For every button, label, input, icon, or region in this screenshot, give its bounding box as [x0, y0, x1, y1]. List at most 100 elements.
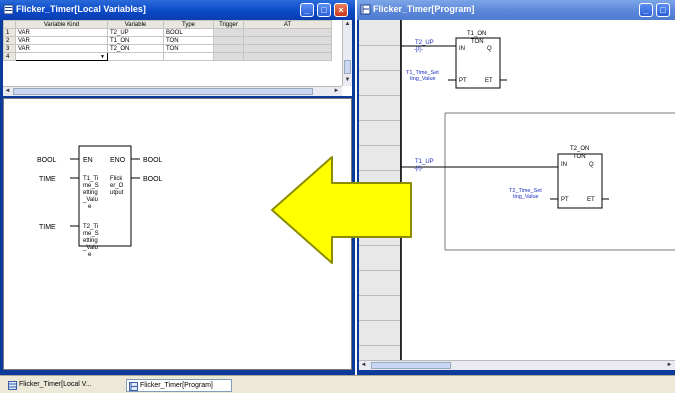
minimize-button[interactable]: _ — [300, 3, 314, 17]
left-window-titlebar[interactable]: Flicker_Timer[Local Variables] _ □ × — [0, 0, 355, 20]
vertical-scroll-thumb[interactable] — [344, 60, 351, 74]
column-header[interactable]: Type — [163, 20, 214, 29]
rung1-timer-type: TON — [471, 39, 484, 45]
maximize-button[interactable]: □ — [317, 3, 331, 17]
column-header[interactable]: Variable Kind — [15, 20, 108, 29]
rung1-timer-instance: T1_ON — [467, 31, 486, 37]
rung1-pin-in: IN — [459, 46, 465, 52]
column-header[interactable]: AT — [243, 20, 332, 29]
rung1-pin-et: ET — [485, 78, 493, 84]
table-header-row: Variable Kind Variable Type Trigger AT — [3, 20, 332, 29]
table-row[interactable]: 4 ▼ — [3, 52, 332, 61]
variable-type-cell[interactable]: TON — [163, 36, 214, 45]
rung2-preset-line: ting_Value — [513, 194, 539, 200]
eno-pin-label: ENO — [110, 157, 126, 164]
scroll-left-arrow-icon[interactable]: ◄ — [3, 87, 12, 96]
at-cell[interactable] — [243, 44, 332, 53]
right-window-title: Flicker_Timer[Program] — [373, 4, 475, 14]
row-number-header — [3, 20, 16, 29]
program-tab-icon — [129, 382, 138, 391]
tab-program[interactable]: Flicker_Timer[Program] — [126, 379, 232, 392]
rung2-pin-in: IN — [561, 162, 567, 168]
left-window-title: Flicker_Timer[Local Variables] — [16, 4, 146, 14]
tab-label: Flicker_Timer[Local V... — [19, 381, 92, 388]
close-button[interactable]: × — [334, 3, 348, 17]
scroll-right-arrow-icon[interactable]: ► — [332, 87, 341, 96]
table-row[interactable]: 3 VAR T2_ON TON — [3, 44, 332, 53]
horizontal-scrollbar[interactable]: ◄ ► — [359, 360, 675, 370]
variable-name-cell[interactable] — [107, 52, 164, 61]
output-name-line: utput — [110, 190, 124, 196]
variable-type-cell[interactable]: TON — [163, 44, 214, 53]
row-number: 4 — [3, 52, 16, 61]
eno-output-type: BOOL — [143, 157, 163, 164]
input1-name-line: T1_Ti — [83, 176, 98, 182]
rung2-contact-symbol[interactable]: -|/|- — [414, 166, 423, 172]
rung1-preset-line: ting_Value — [410, 76, 436, 82]
input2-type: TIME — [39, 224, 56, 231]
right-window-titlebar[interactable]: Flicker_Timer[Program] _ □ — [357, 0, 675, 20]
output-name-line: Flick — [110, 176, 123, 182]
horizontal-scroll-thumb[interactable] — [371, 362, 451, 369]
rung1-pin-pt: PT — [459, 78, 467, 84]
horizontal-scroll-thumb[interactable] — [13, 88, 313, 95]
trigger-cell[interactable] — [213, 52, 244, 61]
variable-type-cell[interactable]: BOOL — [163, 28, 214, 37]
at-cell[interactable] — [243, 28, 332, 37]
trigger-cell[interactable] — [213, 44, 244, 53]
input2-name-line: _Valu — [82, 245, 98, 251]
maximize-button[interactable]: □ — [656, 3, 670, 17]
horizontal-scrollbar[interactable]: ◄ ► — [3, 86, 342, 96]
en-pin-label: EN — [83, 157, 93, 164]
minimize-button[interactable]: _ — [639, 3, 653, 17]
table-row[interactable]: 1 VAR T2_UP BOOL — [3, 28, 332, 37]
rung2-timer-instance: T2_ON — [570, 146, 589, 152]
row-number: 1 — [3, 28, 16, 37]
scroll-right-arrow-icon[interactable]: ► — [665, 361, 674, 370]
at-cell[interactable] — [243, 36, 332, 45]
tab-local-variables[interactable]: Flicker_Timer[Local V... — [6, 379, 124, 392]
rung2-timer-type: TON — [573, 154, 586, 160]
rung1-contact-symbol[interactable]: -|/|- — [414, 47, 423, 53]
input1-type: TIME — [39, 176, 56, 183]
input2-name-line: T2_Ti — [83, 224, 98, 230]
variables-tab-icon — [8, 381, 17, 390]
tab-label: Flicker_Timer[Program] — [140, 382, 213, 389]
at-cell[interactable] — [243, 52, 332, 61]
table-row[interactable]: 2 VAR T1_ON TON — [3, 36, 332, 45]
rung2-contact-label: T1_UP — [415, 159, 434, 165]
trigger-cell[interactable] — [213, 28, 244, 37]
variable-kind-dropdown[interactable]: ▼ — [15, 52, 108, 61]
variable-name-cell[interactable]: T2_UP — [107, 28, 164, 37]
scroll-down-arrow-icon[interactable]: ▼ — [343, 76, 352, 85]
variables-table: Variable Kind Variable Type Trigger AT 1… — [3, 20, 352, 96]
variable-name-cell[interactable]: T1_ON — [107, 36, 164, 45]
variables-window-icon — [3, 4, 14, 15]
variable-name-cell[interactable]: T2_ON — [107, 44, 164, 53]
vertical-scrollbar[interactable]: ▲ ▼ — [342, 20, 352, 86]
variable-kind-cell[interactable]: VAR — [15, 36, 108, 45]
output-type: BOOL — [143, 176, 163, 183]
en-input-type: BOOL — [37, 157, 57, 164]
column-header[interactable]: Trigger — [213, 20, 244, 29]
scroll-left-arrow-icon[interactable]: ◄ — [359, 361, 368, 370]
row-number: 2 — [3, 36, 16, 45]
column-header[interactable]: Variable — [107, 20, 164, 29]
row-number: 3 — [3, 44, 16, 53]
chevron-down-icon[interactable]: ▼ — [100, 54, 105, 60]
variable-type-cell[interactable] — [163, 52, 214, 61]
rung1-pin-q: Q — [487, 46, 492, 52]
variable-kind-cell[interactable]: VAR — [15, 28, 108, 37]
left-arrow-icon — [271, 156, 412, 264]
input2-name-line: e — [88, 252, 92, 258]
rung2-pin-et: ET — [587, 197, 595, 203]
window-tab-bar: Flicker_Timer[Local V... Flicker_Timer[P… — [0, 375, 675, 393]
scroll-up-arrow-icon[interactable]: ▲ — [343, 20, 352, 29]
output-name-line: er_O — [110, 183, 124, 189]
rung2-pin-pt: PT — [561, 197, 569, 203]
program-window-icon — [360, 4, 371, 15]
variable-kind-cell[interactable]: VAR — [15, 44, 108, 53]
input1-name-line: _Valu — [82, 197, 98, 203]
input1-name-line: me_S — [83, 183, 99, 189]
trigger-cell[interactable] — [213, 36, 244, 45]
